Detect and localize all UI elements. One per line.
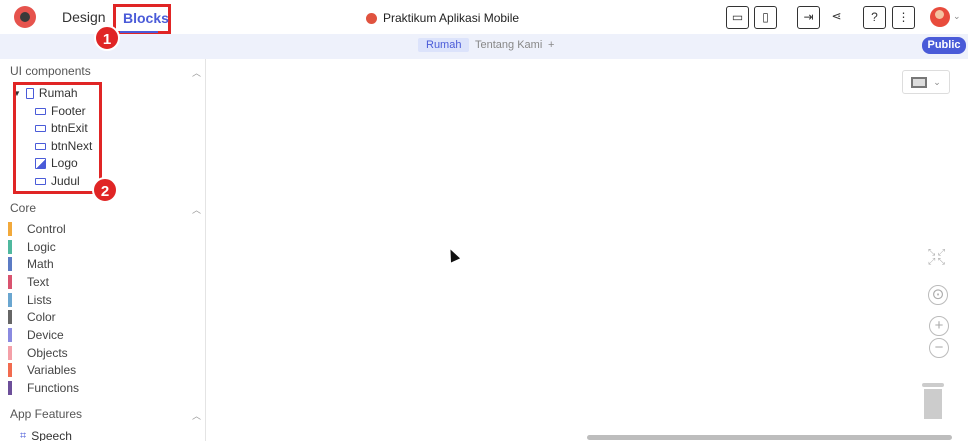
core-item-color[interactable]: Color <box>8 310 56 324</box>
user-avatar[interactable] <box>930 7 950 27</box>
category-color-bar <box>8 363 12 377</box>
export-icon[interactable]: ⇥ <box>797 6 820 29</box>
active-tab-indicator <box>120 31 158 33</box>
core-item-label: Variables <box>27 363 77 377</box>
category-color-bar <box>8 240 12 254</box>
category-color-bar <box>8 346 12 360</box>
core-item-math[interactable]: Math <box>8 257 54 271</box>
phone-preview-icon[interactable]: ▯ <box>754 6 777 29</box>
chevron-down-icon[interactable]: ⌄ <box>953 11 961 22</box>
category-color-bar <box>8 328 12 342</box>
project-title: Praktikum Aplikasi Mobile <box>366 11 519 25</box>
app-features-header[interactable]: App Features <box>10 407 82 421</box>
core-item-device[interactable]: Device <box>8 328 64 342</box>
monitor-icon <box>911 76 928 88</box>
core-item-lists[interactable]: Lists <box>8 293 52 307</box>
core-item-label: Text <box>27 275 50 289</box>
chevron-down-icon: ⌄ <box>933 76 941 87</box>
annotation-badge-2: 2 <box>92 177 118 203</box>
category-color-bar <box>8 257 12 271</box>
zoom-in-icon[interactable]: + <box>929 316 949 336</box>
blocks-workspace[interactable] <box>206 59 968 441</box>
add-screen-button[interactable]: + <box>548 39 554 51</box>
device-view-toggle[interactable]: ⌄ <box>902 70 950 94</box>
category-color-bar <box>8 275 12 289</box>
ui-components-header[interactable]: UI components <box>10 64 91 78</box>
annotation-badge-1: 1 <box>94 25 120 51</box>
tab-blocks-label: Blocks <box>123 10 169 26</box>
feature-item-speech[interactable]: ⌗ Speech <box>20 429 72 441</box>
screen-tab-rumah[interactable]: Rumah <box>418 38 470 52</box>
category-color-bar <box>8 222 12 236</box>
preview-icon[interactable]: ▭ <box>726 6 749 29</box>
core-item-label: Color <box>27 310 56 324</box>
category-color-bar <box>8 310 12 324</box>
core-item-label: Lists <box>27 293 52 307</box>
screen-tab-tentang-kami[interactable]: Tentang Kami <box>475 39 542 51</box>
feature-item-label: Speech <box>31 429 72 441</box>
share-icon[interactable]: ⋖ <box>825 6 848 29</box>
public-badge[interactable]: Public <box>922 37 966 54</box>
recenter-icon[interactable]: ⊙ <box>928 285 948 305</box>
core-item-text[interactable]: Text <box>8 275 49 289</box>
tab-blocks[interactable]: Blocks <box>113 4 171 34</box>
core-item-logic[interactable]: Logic <box>8 240 56 254</box>
core-item-functions[interactable]: Functions <box>8 381 79 395</box>
fullscreen-icon[interactable]: ⤡ ⤢ ⤢ ⤡ <box>928 248 945 266</box>
core-item-label: Objects <box>27 346 68 360</box>
core-item-variables[interactable]: Variables <box>8 363 76 377</box>
app-logo-icon[interactable] <box>14 6 36 28</box>
highlight-box-components <box>13 82 102 194</box>
category-color-bar <box>8 381 12 395</box>
screens-bar: Rumah Tentang Kami + Public <box>0 34 968 59</box>
trash-body <box>924 389 942 419</box>
core-item-control[interactable]: Control <box>8 222 66 236</box>
core-item-label: Math <box>27 257 54 271</box>
collapse-icon[interactable]: ︿ <box>192 203 201 216</box>
help-icon[interactable]: ? <box>863 6 886 29</box>
horizontal-scrollbar[interactable] <box>587 435 952 440</box>
core-header[interactable]: Core <box>10 201 36 215</box>
collapse-icon[interactable]: ︿ <box>192 409 201 422</box>
trash-lid <box>922 383 944 387</box>
trash-icon[interactable] <box>922 383 944 419</box>
category-color-bar <box>8 293 12 307</box>
top-bar: Design Blocks Praktikum Aplikasi Mobile … <box>0 0 968 34</box>
more-icon[interactable]: ⋮ <box>892 6 915 29</box>
core-item-label: Functions <box>27 381 80 395</box>
core-item-label: Device <box>27 328 64 342</box>
core-item-label: Control <box>27 222 66 236</box>
core-item-objects[interactable]: Objects <box>8 346 68 360</box>
tab-design[interactable]: Design <box>62 9 106 25</box>
speech-icon: ⌗ <box>20 429 27 441</box>
collapse-icon[interactable]: ︿ <box>192 66 201 79</box>
project-title-text: Praktikum Aplikasi Mobile <box>383 11 520 25</box>
project-icon <box>366 12 377 24</box>
zoom-out-icon[interactable]: − <box>929 338 949 358</box>
core-item-label: Logic <box>27 240 56 254</box>
